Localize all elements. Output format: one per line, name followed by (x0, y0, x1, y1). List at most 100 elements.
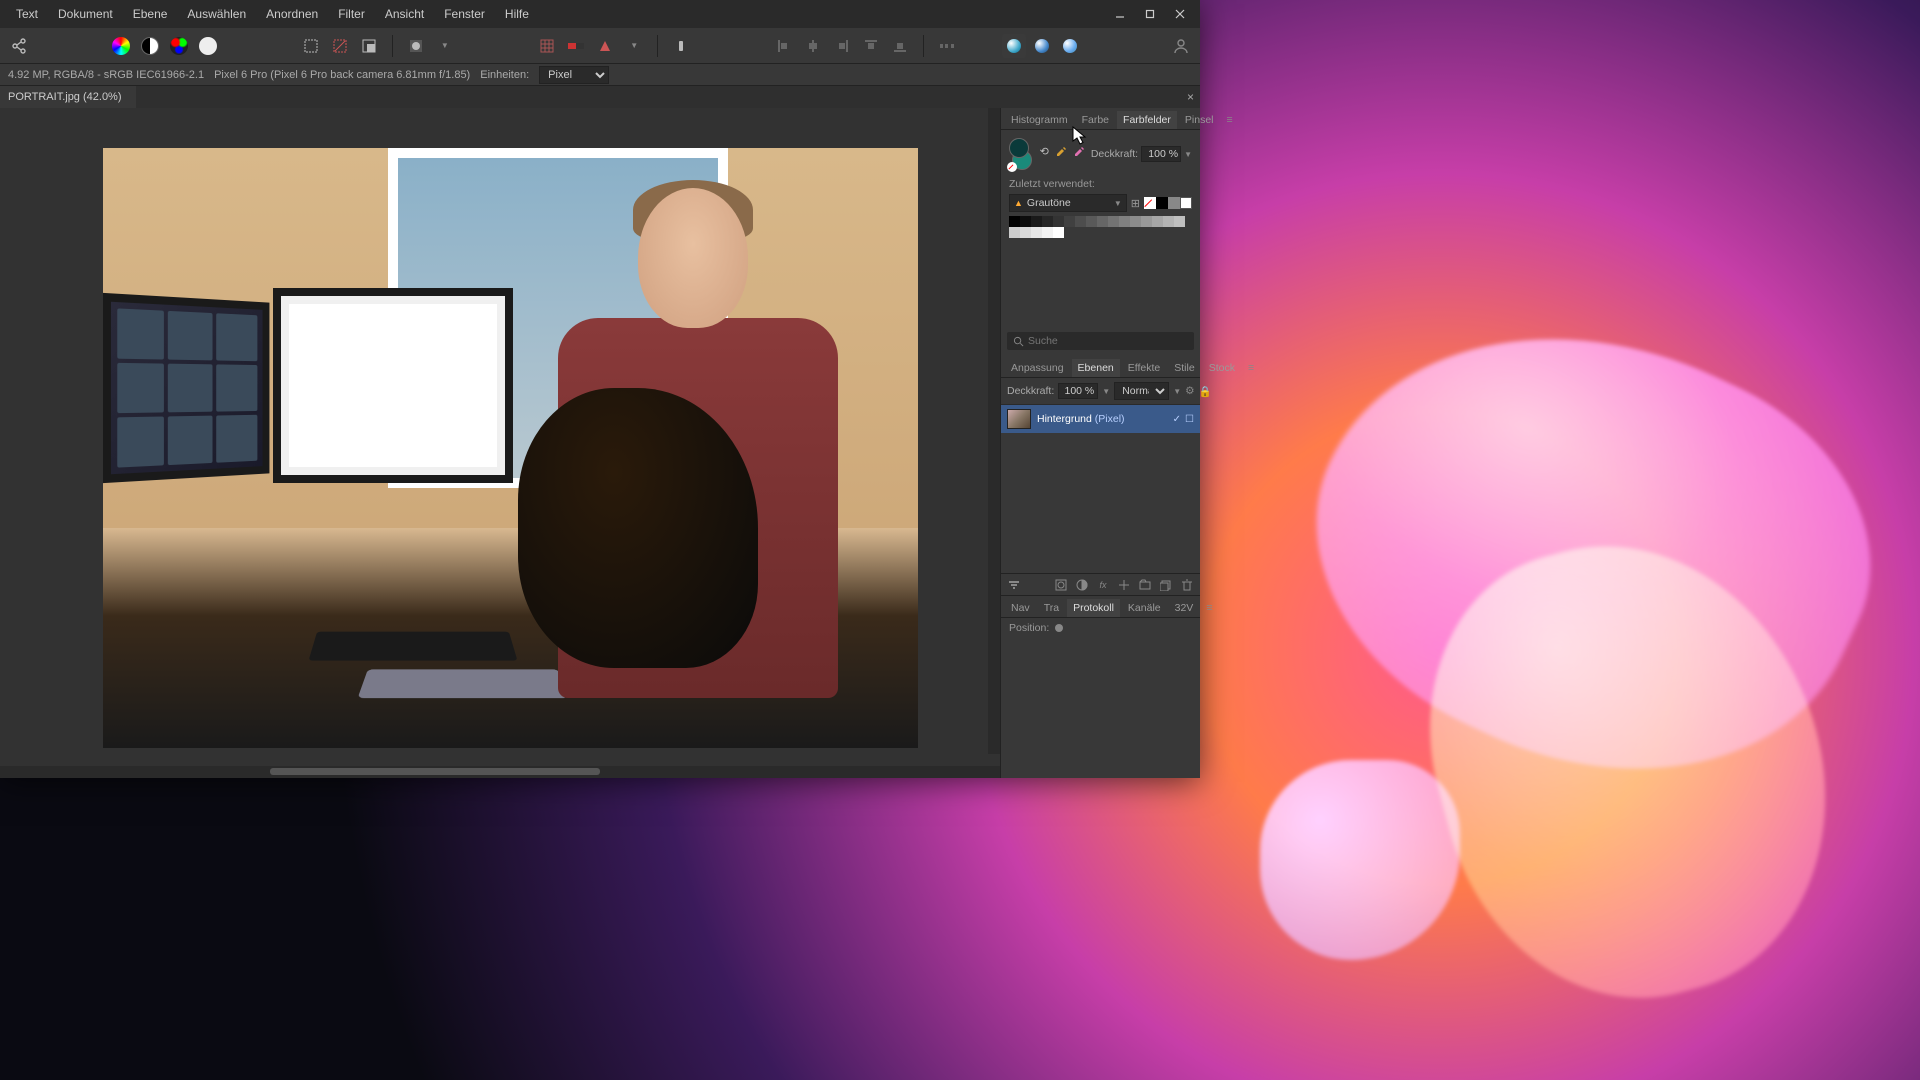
tab-farbfelder[interactable]: Farbfelder (1117, 111, 1177, 129)
layer-link-icon[interactable]: ☐ (1185, 414, 1194, 425)
layer-opacity-dropdown-icon[interactable]: ▼ (1102, 387, 1110, 396)
swatch-cell[interactable] (1053, 216, 1064, 227)
swatch-cell[interactable] (1108, 216, 1119, 227)
canvas-scrollbar-horizontal[interactable] (0, 766, 1000, 778)
history-panel-menu-icon[interactable]: ≡ (1201, 599, 1217, 617)
swatch-cell[interactable] (1053, 227, 1064, 238)
tab-stock[interactable]: Stock (1203, 359, 1241, 377)
quickmask-icon[interactable] (403, 33, 429, 59)
tab-histogramm[interactable]: Histogramm (1005, 111, 1074, 129)
window-close-button[interactable] (1166, 4, 1194, 24)
layer-row[interactable]: Hintergrund (Pixel) ✓ ☐ (1001, 405, 1200, 433)
swatch-cell[interactable] (1009, 216, 1020, 227)
document-tab[interactable]: PORTRAIT.jpg (42.0%) (0, 86, 136, 108)
swatch-cell[interactable] (1174, 216, 1185, 227)
swatch-black[interactable] (1156, 197, 1168, 209)
menu-hilfe[interactable]: Hilfe (495, 3, 539, 25)
tab-farbe[interactable]: Farbe (1076, 111, 1115, 129)
layer-visible-icon[interactable]: ✓ (1173, 414, 1181, 425)
swatch-cell[interactable] (1141, 216, 1152, 227)
tab-32v[interactable]: 32V (1169, 599, 1200, 617)
tab-kanaele[interactable]: Kanäle (1122, 599, 1167, 617)
menu-text[interactable]: Text (6, 3, 48, 25)
units-select[interactable]: Pixel (539, 66, 609, 84)
add-mask-icon[interactable] (1052, 576, 1070, 594)
layer-panel-menu-icon[interactable]: ≡ (1243, 359, 1259, 377)
menu-filter[interactable]: Filter (328, 3, 375, 25)
tab-tra[interactable]: Tra (1038, 599, 1065, 617)
tab-ebenen[interactable]: Ebenen (1072, 359, 1120, 377)
persona-photo-icon[interactable] (1002, 34, 1026, 58)
blend-mode-select[interactable]: Normal (1114, 382, 1169, 400)
info-icon[interactable] (668, 33, 694, 59)
persona-develop-icon[interactable] (1058, 34, 1082, 58)
swatch-cell[interactable] (1009, 227, 1020, 238)
layer-opacity-input[interactable] (1058, 383, 1098, 399)
quickmask-dropdown-icon[interactable]: ▼ (432, 33, 458, 59)
canvas-scrollbar-vertical[interactable] (988, 108, 1000, 754)
foreground-background-swatch[interactable] (1009, 138, 1032, 170)
swatch-cell[interactable] (1042, 216, 1053, 227)
tab-close-icon[interactable]: × (1187, 90, 1194, 104)
panel-menu-icon[interactable]: ≡ (1222, 111, 1238, 129)
swatch-cell[interactable] (1020, 227, 1031, 238)
palette-select[interactable]: ▲ Grautöne ▼ (1009, 194, 1127, 212)
add-swatch-icon[interactable] (1073, 145, 1085, 163)
contrast-icon[interactable] (137, 33, 163, 59)
layer-settings-icon[interactable]: ⚙ (1185, 385, 1194, 397)
account-icon[interactable] (1168, 33, 1194, 59)
swatch-cell[interactable] (1097, 216, 1108, 227)
persona-liquify-icon[interactable] (1030, 34, 1054, 58)
swatch-cell[interactable] (1020, 216, 1031, 227)
add-live-filter-icon[interactable] (1115, 576, 1133, 594)
swatch-white[interactable] (1180, 197, 1192, 209)
swatch-gray[interactable] (1168, 197, 1180, 209)
layer-filter-icon[interactable] (1005, 576, 1023, 594)
add-fx-icon[interactable]: fx (1094, 576, 1112, 594)
add-adjustment-icon[interactable] (1073, 576, 1091, 594)
layer-lock-icon[interactable]: 🔒 (1199, 385, 1212, 398)
menu-auswaehlen[interactable]: Auswählen (177, 3, 256, 25)
color-wheel-icon[interactable] (108, 33, 134, 59)
white-dot-icon[interactable] (195, 33, 221, 59)
swatch-none[interactable] (1144, 197, 1156, 209)
swatch-cell[interactable] (1075, 216, 1086, 227)
tab-pinsel[interactable]: Pinsel (1179, 111, 1220, 129)
menu-anordnen[interactable]: Anordnen (256, 3, 328, 25)
snap-dropdown-icon[interactable]: ▼ (621, 33, 647, 59)
eyedropper-icon[interactable] (1055, 145, 1067, 163)
menu-ansicht[interactable]: Ansicht (375, 3, 434, 25)
share-icon[interactable] (6, 33, 32, 59)
rgb-icon[interactable] (166, 33, 192, 59)
swatch-cell[interactable] (1031, 227, 1042, 238)
position-slider[interactable] (1055, 624, 1063, 632)
tab-effekte[interactable]: Effekte (1122, 359, 1167, 377)
tab-stile[interactable]: Stile (1168, 359, 1200, 377)
canvas-area[interactable] (0, 108, 1000, 778)
snapping-icon[interactable] (563, 33, 589, 59)
marquee-icon[interactable] (298, 33, 324, 59)
tab-anpassung[interactable]: Anpassung (1005, 359, 1070, 377)
window-maximize-button[interactable] (1136, 4, 1164, 24)
swatch-cell[interactable] (1130, 216, 1141, 227)
document-image[interactable] (103, 148, 918, 748)
opacity-input[interactable] (1141, 146, 1181, 162)
swatch-cell[interactable] (1031, 216, 1042, 227)
swatch-cell[interactable] (1163, 216, 1174, 227)
grid-icon[interactable] (534, 33, 560, 59)
menu-dokument[interactable]: Dokument (48, 3, 123, 25)
palette-options-icon[interactable]: ⊞ (1131, 197, 1140, 210)
delete-layer-icon[interactable] (1178, 576, 1196, 594)
swatch-cell[interactable] (1064, 216, 1075, 227)
menu-fenster[interactable]: Fenster (434, 3, 495, 25)
window-minimize-button[interactable] (1106, 4, 1134, 24)
snap-options-icon[interactable] (592, 33, 618, 59)
opacity-dropdown-icon[interactable]: ▼ (1184, 150, 1192, 159)
menu-ebene[interactable]: Ebene (123, 3, 178, 25)
invert-selection-icon[interactable] (356, 33, 382, 59)
search-input[interactable] (1028, 335, 1188, 347)
add-layer-icon[interactable] (1157, 576, 1175, 594)
swatch-cell[interactable] (1152, 216, 1163, 227)
swatch-cell[interactable] (1086, 216, 1097, 227)
swatch-cell[interactable] (1042, 227, 1053, 238)
